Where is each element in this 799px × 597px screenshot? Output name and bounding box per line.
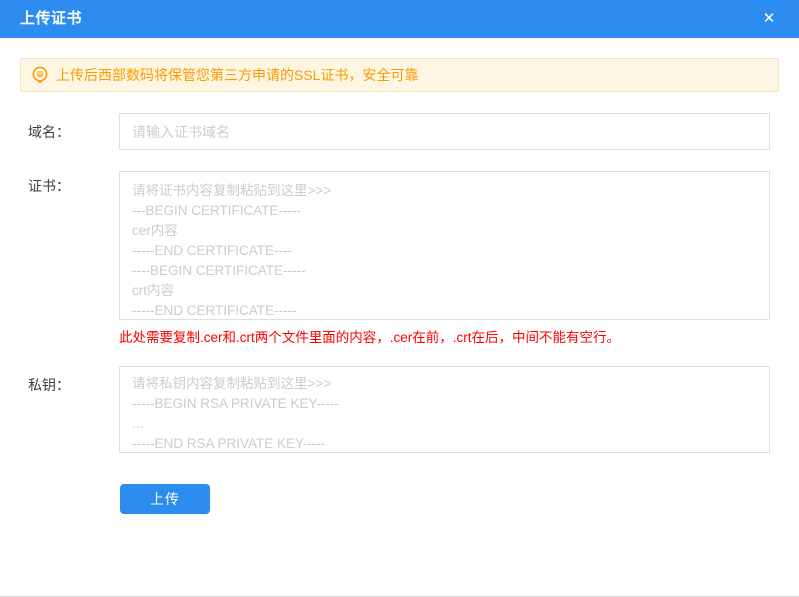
certificate-textarea[interactable] <box>119 171 770 320</box>
upload-certificate-dialog: 上传证书 ✕ 上传后西部数码将保管您第三方申请的SSL证书，安全可靠 域名： 证… <box>0 0 799 597</box>
dialog-title: 上传证书 <box>20 10 83 27</box>
lightbulb-icon <box>31 66 49 84</box>
close-icon[interactable]: ✕ <box>755 0 783 38</box>
notice-text: 上传后西部数码将保管您第三方申请的SSL证书，安全可靠 <box>56 67 419 83</box>
certificate-label: 证书： <box>28 178 70 194</box>
domain-label: 域名： <box>28 124 70 140</box>
notice-banner: 上传后西部数码将保管您第三方申请的SSL证书，安全可靠 <box>20 58 779 92</box>
domain-input[interactable] <box>119 113 770 150</box>
private-key-textarea[interactable] <box>119 366 770 453</box>
certificate-hint: 此处需要复制.cer和.crt两个文件里面的内容，.cer在前，.crt在后，中… <box>119 330 621 345</box>
private-key-label: 私钥： <box>28 377 70 393</box>
dialog-header: 上传证书 ✕ <box>0 0 799 38</box>
upload-button[interactable]: 上传 <box>120 484 210 514</box>
